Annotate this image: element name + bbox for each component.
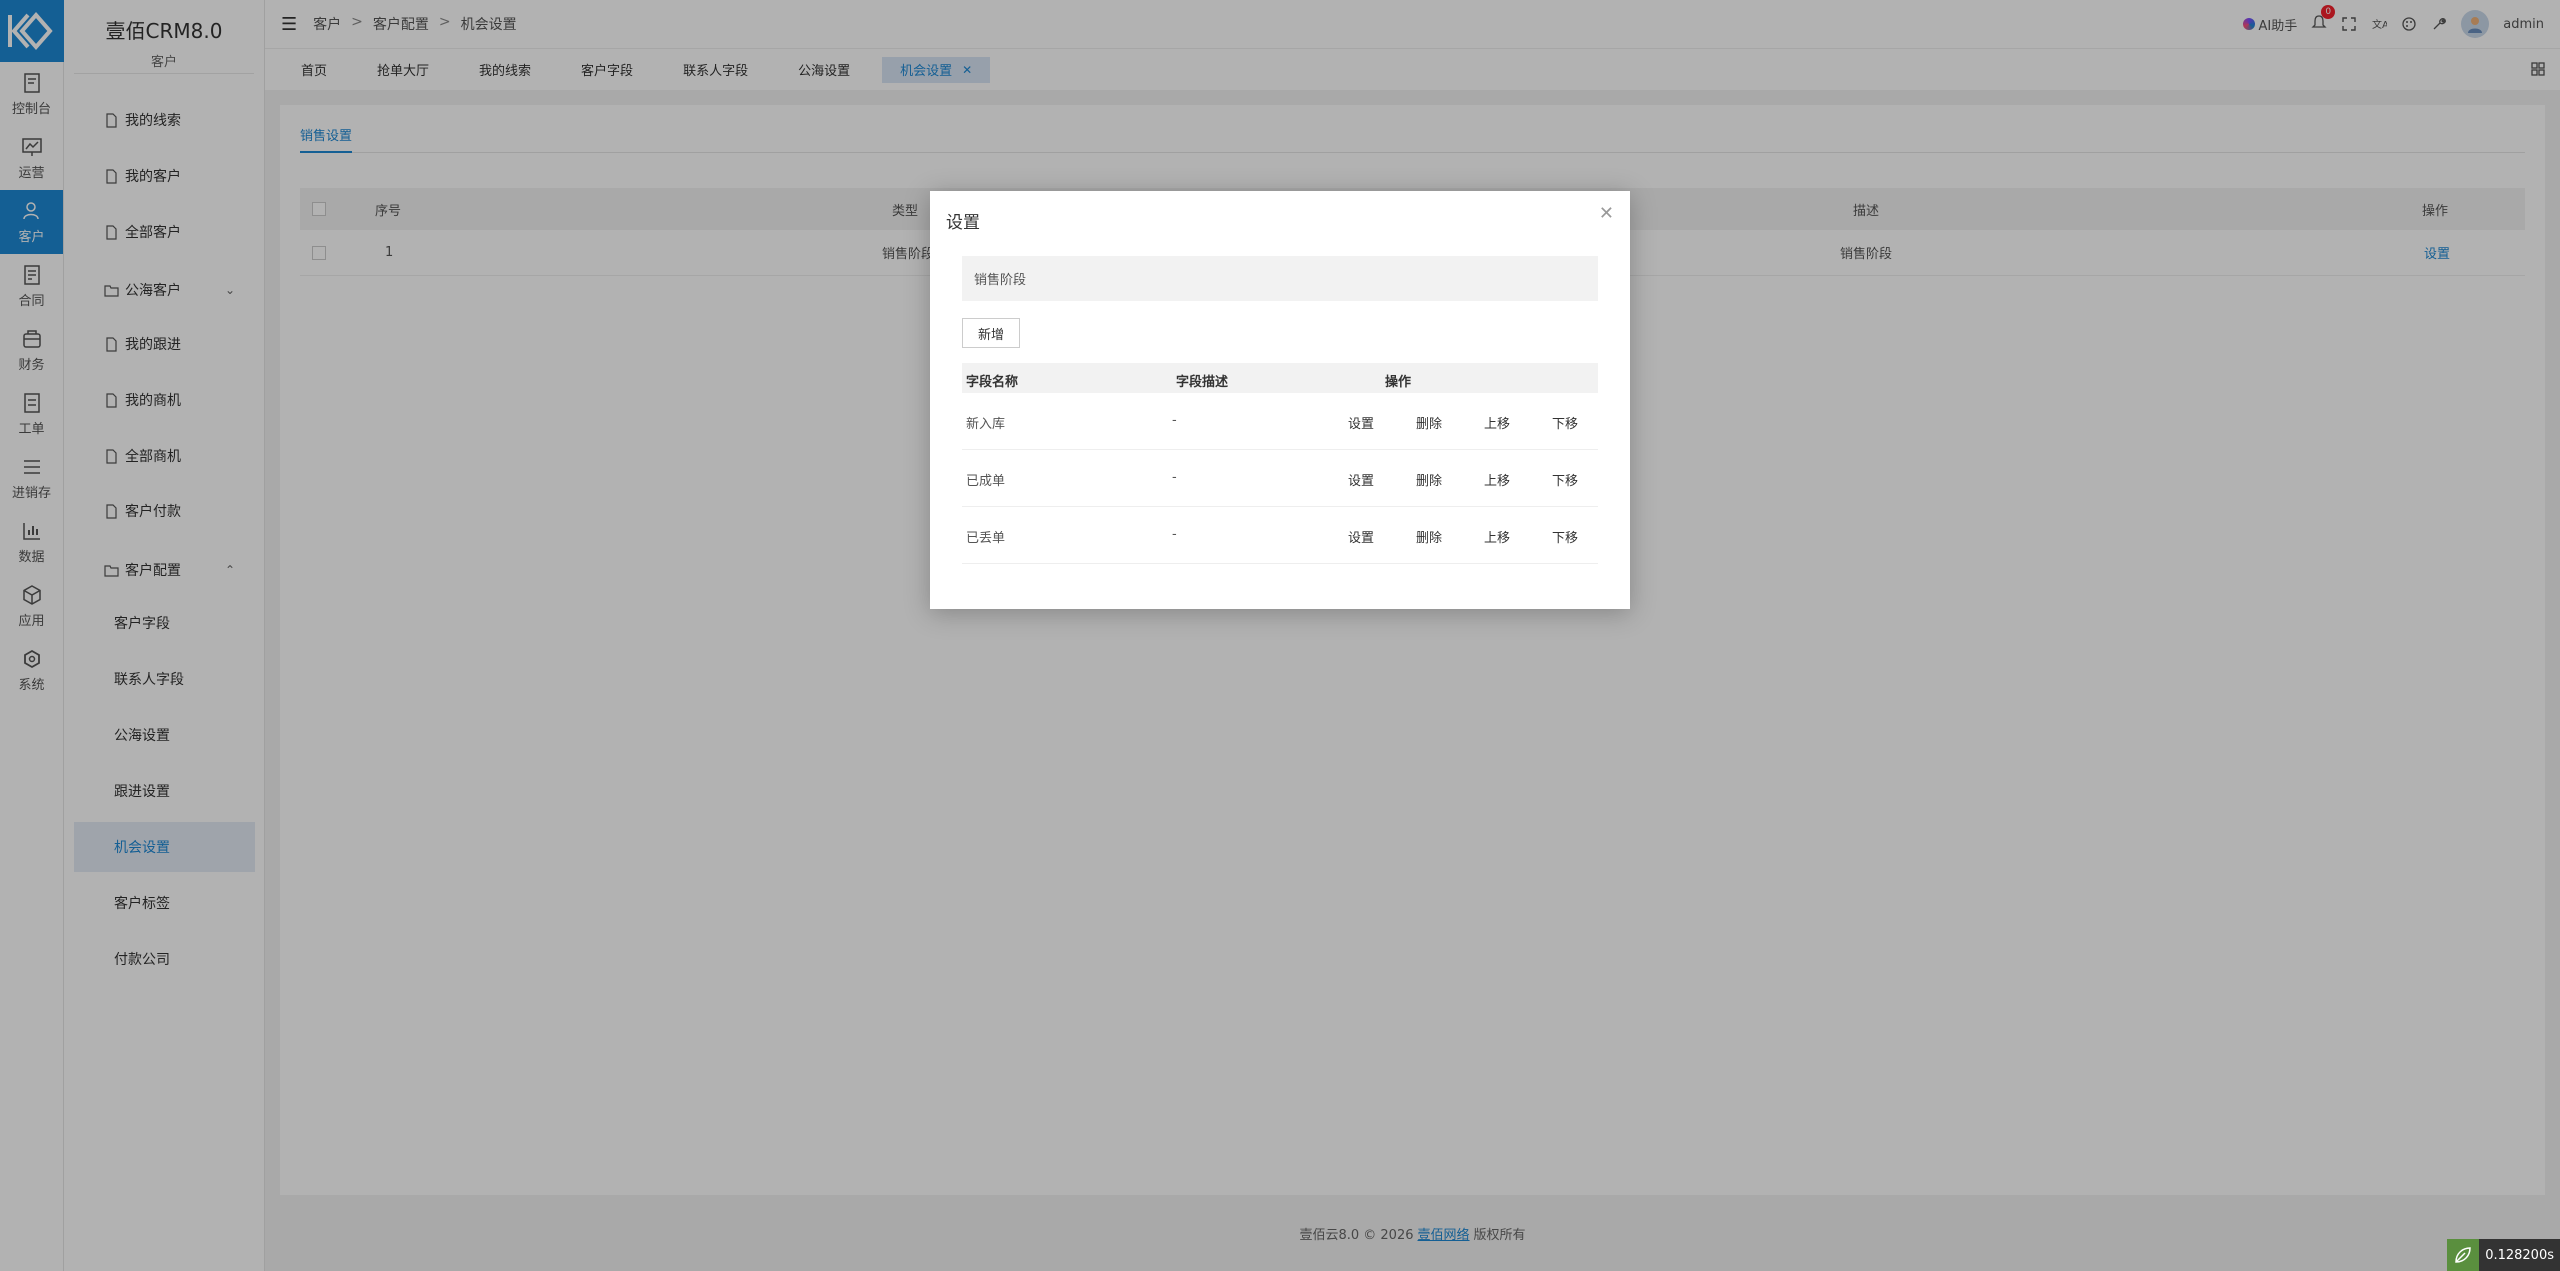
settings-dialog: 设置 ✕ 销售阶段 新增 字段名称 字段描述 操作 新入库 - 设置 删除 上移… — [930, 191, 1630, 609]
move-up-button[interactable]: 上移 — [1484, 413, 1510, 432]
debug-timer-value: 0.128200s — [2485, 1247, 2554, 1263]
delete-button[interactable]: 删除 — [1416, 470, 1442, 489]
debug-timer: 0.128200s — [2447, 1239, 2560, 1271]
move-down-button[interactable]: 下移 — [1552, 470, 1578, 489]
stage-name: 已成单 — [966, 474, 1006, 489]
set-button[interactable]: 设置 — [1348, 470, 1374, 489]
delete-button[interactable]: 删除 — [1416, 413, 1442, 432]
move-down-button[interactable]: 下移 — [1552, 527, 1578, 546]
table-row: 已成单 - 设置 删除 上移 下移 — [962, 450, 1598, 507]
table-row: 已丢单 - 设置 删除 上移 下移 — [962, 507, 1598, 564]
dialog-title: 设置 — [946, 213, 980, 233]
stage-table: 字段名称 字段描述 操作 新入库 - 设置 删除 上移 下移 已成单 - 设置 … — [962, 363, 1598, 564]
column-header-name: 字段名称 — [966, 375, 1019, 390]
stage-name: 新入库 — [966, 417, 1006, 432]
set-button[interactable]: 设置 — [1348, 413, 1374, 432]
column-header-action: 操作 — [1385, 375, 1412, 390]
stage-name: 已丢单 — [966, 531, 1006, 546]
stage-group-label: 销售阶段 — [962, 256, 1598, 301]
stage-desc: - — [1172, 470, 1177, 485]
set-button[interactable]: 设置 — [1348, 527, 1374, 546]
close-icon[interactable]: ✕ — [1599, 203, 1614, 224]
move-up-button[interactable]: 上移 — [1484, 527, 1510, 546]
add-button[interactable]: 新增 — [962, 318, 1020, 348]
delete-button[interactable]: 删除 — [1416, 527, 1442, 546]
stage-desc: - — [1172, 413, 1177, 428]
stage-desc: - — [1172, 527, 1177, 542]
move-up-button[interactable]: 上移 — [1484, 470, 1510, 489]
table-row: 新入库 - 设置 删除 上移 下移 — [962, 393, 1598, 450]
move-down-button[interactable]: 下移 — [1552, 413, 1578, 432]
leaf-icon — [2447, 1239, 2480, 1271]
stage-table-header: 字段名称 字段描述 操作 — [962, 363, 1598, 393]
column-header-desc: 字段描述 — [1176, 375, 1229, 390]
